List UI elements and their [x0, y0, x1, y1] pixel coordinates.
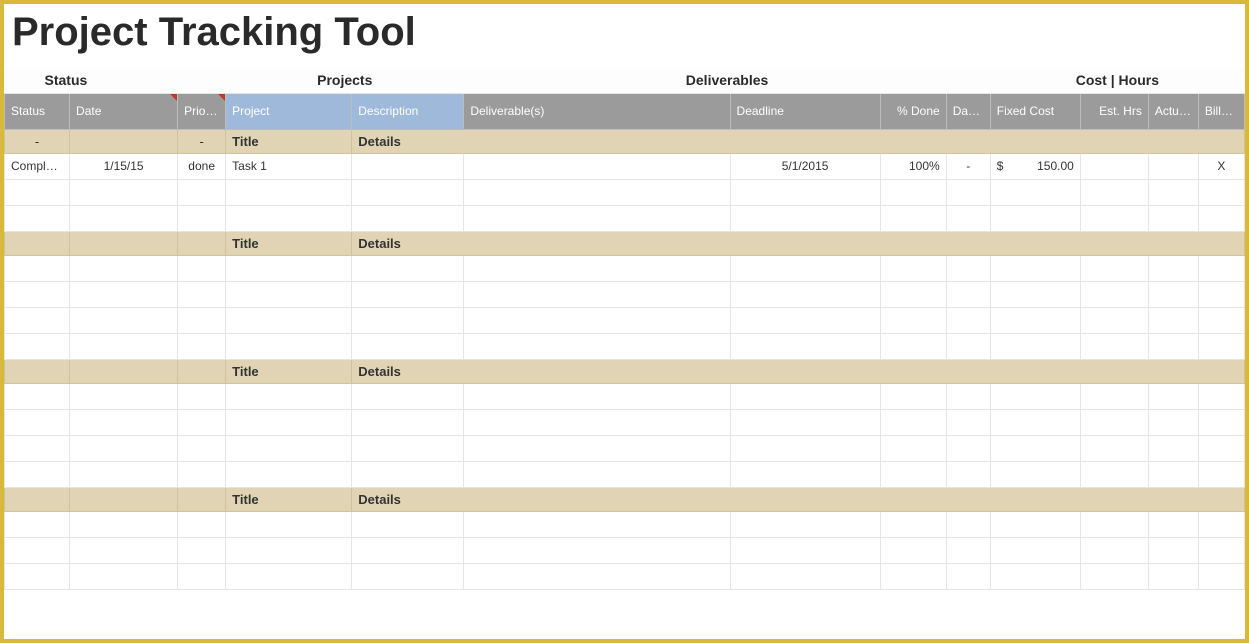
table-row	[5, 563, 1245, 589]
group-divider-row: Title Details	[5, 359, 1245, 383]
summary-priority[interactable]: -	[178, 129, 226, 153]
table-row	[5, 179, 1245, 205]
summary-status[interactable]: -	[5, 129, 70, 153]
comment-marker-icon	[170, 94, 177, 101]
col-pct-done[interactable]: % Done	[880, 93, 946, 129]
col-priority[interactable]: Priority	[178, 93, 226, 129]
col-deadline[interactable]: Deadline	[730, 93, 880, 129]
table-row	[5, 537, 1245, 563]
group-details-label[interactable]: Details	[352, 129, 1245, 153]
col-billed-hrs[interactable]: Billed Hrs	[1198, 93, 1244, 129]
table-row: Completed 1/15/15 done Task 1 5/1/2015 1…	[5, 153, 1245, 179]
group-divider-row: Title Details	[5, 487, 1245, 511]
group-title-label[interactable]: Title	[226, 231, 352, 255]
col-actual-hrs[interactable]: Actual Hrs	[1148, 93, 1198, 129]
group-details-label[interactable]: Details	[352, 231, 1245, 255]
group-title-label[interactable]: Title	[226, 129, 352, 153]
group-divider-row: Title Details	[5, 231, 1245, 255]
cell-project[interactable]: Task 1	[226, 153, 352, 179]
cell-days-left[interactable]: -	[946, 153, 990, 179]
table-row	[5, 511, 1245, 537]
group-details-label[interactable]: Details	[352, 487, 1245, 511]
group-title-label[interactable]: Title	[226, 359, 352, 383]
col-deliverables[interactable]: Deliverable(s)	[464, 93, 730, 129]
cell-deliverables[interactable]	[464, 153, 730, 179]
group-divider-row: - - Title Details	[5, 129, 1245, 153]
cell-date[interactable]: 1/15/15	[70, 153, 178, 179]
column-header-row: Status Date Priority Project Description…	[5, 93, 1245, 129]
cell-billed-hrs[interactable]: X	[1198, 153, 1244, 179]
comment-marker-icon	[218, 94, 225, 101]
table-row	[5, 461, 1245, 487]
section-projects: Projects	[226, 67, 464, 93]
cell-fixed-cost[interactable]: $ 150.00	[990, 153, 1080, 179]
cell-pct-done[interactable]: 100%	[880, 153, 946, 179]
tracking-table: Status Projects Deliverables Cost | Hour…	[4, 67, 1245, 590]
page-title: Project Tracking Tool	[4, 4, 1245, 67]
table-row	[5, 435, 1245, 461]
table-row	[5, 307, 1245, 333]
section-header-row: Status Projects Deliverables Cost | Hour…	[5, 67, 1245, 93]
table-row	[5, 205, 1245, 231]
col-priority-label: Priority	[184, 104, 221, 118]
cell-status[interactable]: Completed	[5, 153, 70, 179]
cell-actual-hrs[interactable]	[1148, 153, 1198, 179]
cell-priority[interactable]: done	[178, 153, 226, 179]
col-description[interactable]: Description	[352, 93, 464, 129]
col-days-left[interactable]: Days Left	[946, 93, 990, 129]
cell-description[interactable]	[352, 153, 464, 179]
col-fixed-cost[interactable]: Fixed Cost	[990, 93, 1080, 129]
col-date[interactable]: Date	[70, 93, 178, 129]
currency-symbol: $	[997, 159, 1004, 173]
table-row	[5, 383, 1245, 409]
cell[interactable]	[70, 129, 178, 153]
table-row	[5, 255, 1245, 281]
col-date-label: Date	[76, 104, 101, 118]
app-frame: Project Tracking Tool Status Projects De…	[0, 0, 1249, 643]
group-details-label[interactable]: Details	[352, 359, 1245, 383]
col-est-hrs[interactable]: Est. Hrs	[1080, 93, 1148, 129]
table-row	[5, 281, 1245, 307]
section-deliverables: Deliverables	[464, 67, 990, 93]
section-status: Status	[5, 67, 226, 93]
group-title-label[interactable]: Title	[226, 487, 352, 511]
table-row	[5, 333, 1245, 359]
col-status[interactable]: Status	[5, 93, 70, 129]
section-cost-hours: Cost | Hours	[990, 67, 1244, 93]
cell-deadline[interactable]: 5/1/2015	[730, 153, 880, 179]
cell-est-hrs[interactable]	[1080, 153, 1148, 179]
table-row	[5, 409, 1245, 435]
currency-value: 150.00	[1037, 159, 1074, 173]
col-project[interactable]: Project	[226, 93, 352, 129]
